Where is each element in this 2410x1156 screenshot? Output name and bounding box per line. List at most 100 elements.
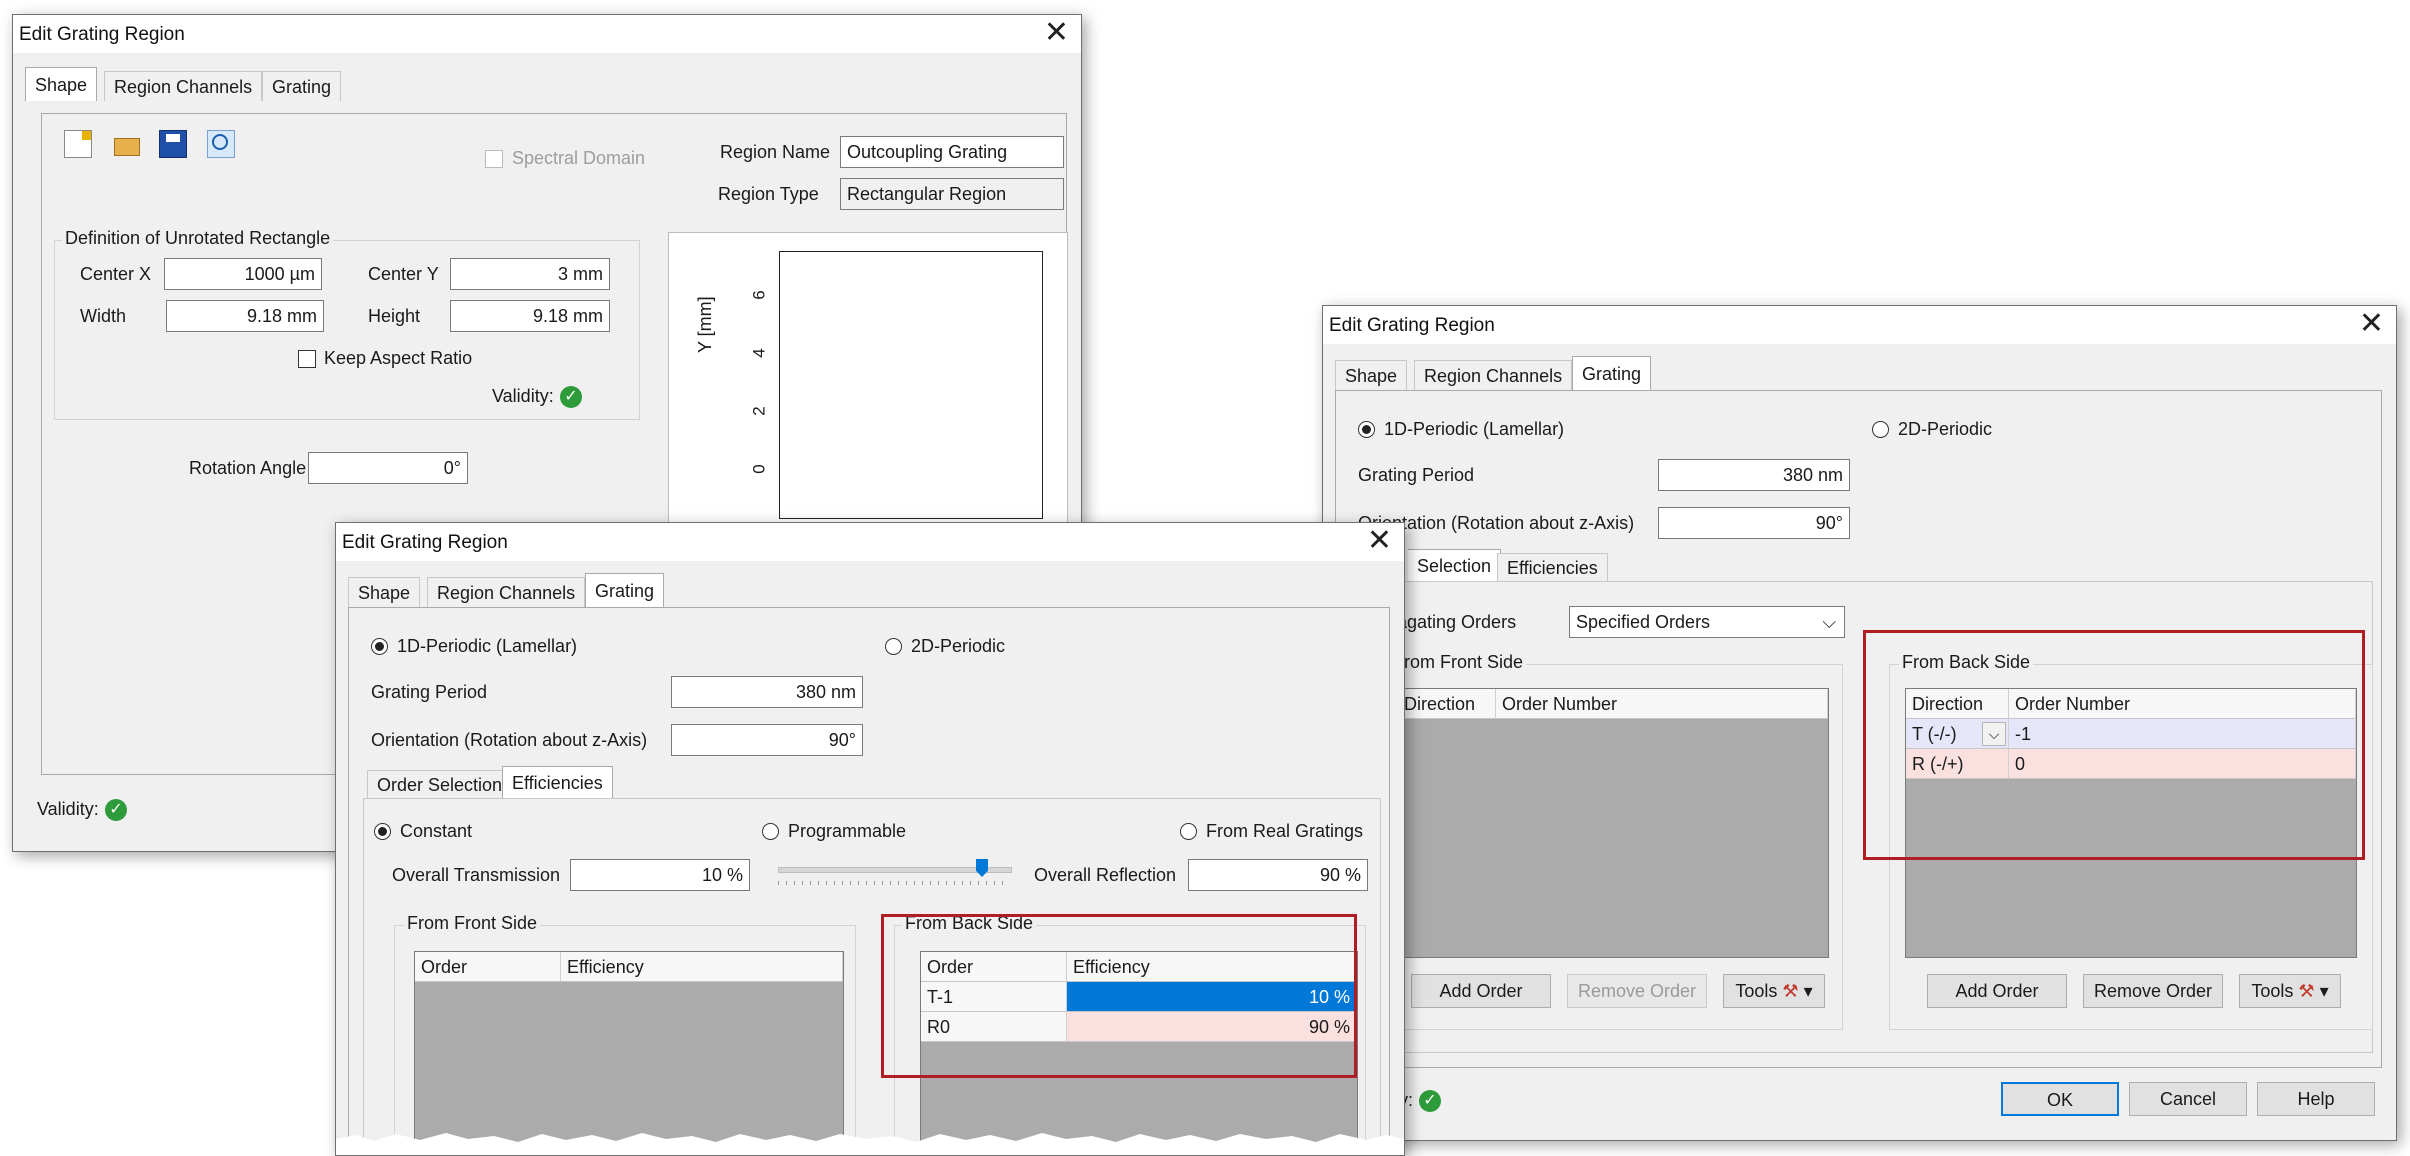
front-side-title: From Front Side	[404, 913, 541, 934]
rotation-angle-input[interactable]: 0°	[308, 452, 468, 484]
region-type-field: Rectangular Region	[840, 178, 1064, 210]
chevron-down-icon: ▾	[1803, 981, 1813, 1001]
tools-icon: ⚒	[2298, 981, 2315, 1001]
highlight-frame	[881, 914, 1357, 1078]
radio-2d-periodic[interactable]	[1872, 421, 1889, 438]
grating-period-label: Grating Period	[1358, 465, 1475, 485]
tools-icon: ⚒	[1782, 981, 1799, 1001]
propagating-orders-value: Specified Orders	[1576, 612, 1711, 632]
spectral-domain-checkbox[interactable]	[485, 150, 503, 168]
rotation-angle-label: Rotation Angle	[189, 458, 307, 478]
radio-1d-periodic-label: 1D-Periodic (Lamellar)	[397, 636, 578, 656]
efficiency-slider[interactable]	[778, 859, 1012, 889]
dialog-title: Edit Grating Region	[19, 24, 185, 45]
tab-grating[interactable]: Grating	[585, 573, 665, 607]
tab-region-channels[interactable]: Region Channels	[104, 71, 263, 101]
save-icon[interactable]	[159, 130, 187, 158]
subtab-order-selection[interactable]: Order Selection	[367, 770, 513, 798]
column-header-direction[interactable]: Direction	[1398, 689, 1496, 719]
region-type-label: Region Type	[718, 184, 819, 204]
radio-from-real-gratings-label: From Real Gratings	[1206, 821, 1364, 841]
propagating-orders-select[interactable]: Specified Orders ⌵	[1569, 606, 1845, 638]
footer-validity-label: Validity:	[37, 799, 99, 819]
grating-period-label: Grating Period	[371, 682, 488, 702]
subtab-efficiencies[interactable]: Efficiencies	[502, 766, 613, 798]
open-folder-icon[interactable]	[112, 130, 140, 158]
tab-grating[interactable]: Grating	[1572, 356, 1652, 390]
tab-region-channels[interactable]: Region Channels	[1414, 360, 1573, 390]
ok-button[interactable]: OK	[2001, 1082, 2119, 1116]
plot-ytick: 0	[749, 464, 769, 474]
column-header-order[interactable]: Order	[415, 952, 561, 982]
close-icon[interactable]: ✕	[2359, 308, 2384, 340]
title-bar: Edit Grating Region ✕	[336, 523, 1404, 561]
width-input[interactable]: 9.18 mm	[166, 300, 324, 332]
front-tools-button[interactable]: Tools ⚒ ▾	[1723, 974, 1825, 1008]
tab-shape[interactable]: Shape	[348, 577, 421, 607]
radio-constant-label: Constant	[400, 821, 473, 841]
region-name-input[interactable]: Outcoupling Grating	[840, 136, 1064, 168]
center-x-input[interactable]: 1000 µm	[164, 258, 322, 290]
radio-2d-periodic-label: 2D-Periodic	[1898, 419, 1993, 439]
close-icon[interactable]: ✕	[1367, 525, 1392, 557]
tools-label: Tools	[1735, 981, 1778, 1001]
front-side-table: Direction Order Number	[1397, 688, 1829, 958]
subtab-efficiencies[interactable]: Efficiencies	[1497, 553, 1608, 581]
propagating-orders-label: agating Orders	[1397, 612, 1517, 632]
cancel-button[interactable]: Cancel	[2129, 1082, 2247, 1116]
orientation-input[interactable]: 90°	[1658, 507, 1850, 539]
rectangle-group-title: Definition of Unrotated Rectangle	[62, 228, 334, 249]
column-header-efficiency[interactable]: Efficiency	[561, 952, 843, 982]
front-add-order-button[interactable]: Add Order	[1411, 974, 1551, 1008]
zoom-icon[interactable]	[207, 130, 235, 158]
slider-thumb[interactable]	[976, 859, 988, 877]
chevron-down-icon: ▾	[2319, 981, 2329, 1001]
torn-edge	[336, 1133, 1404, 1155]
radio-constant[interactable]	[374, 823, 391, 840]
plot-ytick: 2	[749, 406, 769, 416]
subtab-order-selection[interactable]: Selection	[1408, 549, 1502, 581]
tab-region-channels[interactable]: Region Channels	[427, 577, 586, 607]
front-side-title: rom Front Side	[1401, 652, 1527, 673]
grating-period-input[interactable]: 380 nm	[1658, 459, 1850, 491]
column-header-order-number[interactable]: Order Number	[1496, 689, 1828, 719]
orientation-label: Orientation (Rotation about z-Axis)	[371, 730, 648, 750]
radio-programmable[interactable]	[762, 823, 779, 840]
plot-area	[779, 251, 1043, 519]
radio-2d-periodic-label: 2D-Periodic	[911, 636, 1006, 656]
grating-period-input[interactable]: 380 nm	[671, 676, 863, 708]
title-bar: Edit Grating Region ✕	[13, 15, 1081, 53]
validity-check-icon: ✓	[560, 386, 582, 408]
spectral-domain-label: Spectral Domain	[512, 148, 646, 168]
back-remove-order-button[interactable]: Remove Order	[2083, 974, 2223, 1008]
slider-ticks	[778, 881, 1010, 885]
radio-2d-periodic[interactable]	[885, 638, 902, 655]
orientation-input[interactable]: 90°	[671, 724, 863, 756]
center-x-label: Center X	[80, 264, 152, 284]
dialog-title: Edit Grating Region	[1329, 315, 1495, 336]
radio-programmable-label: Programmable	[788, 821, 907, 841]
center-y-input[interactable]: 3 mm	[450, 258, 610, 290]
radio-1d-periodic[interactable]	[1358, 421, 1375, 438]
height-input[interactable]: 9.18 mm	[450, 300, 610, 332]
plot-ytick: 4	[749, 348, 769, 358]
help-button[interactable]: Help	[2257, 1082, 2375, 1116]
radio-from-real-gratings[interactable]	[1180, 823, 1197, 840]
validity-label: Validity:	[492, 386, 554, 406]
radio-1d-periodic[interactable]	[371, 638, 388, 655]
new-file-icon[interactable]	[64, 130, 92, 158]
plot-ytick: 6	[749, 290, 769, 300]
close-icon[interactable]: ✕	[1044, 17, 1069, 49]
back-add-order-button[interactable]: Add Order	[1927, 974, 2067, 1008]
tab-shape[interactable]: Shape	[25, 67, 98, 101]
back-tools-button[interactable]: Tools ⚒ ▾	[2239, 974, 2341, 1008]
center-y-label: Center Y	[368, 264, 439, 284]
tab-grating[interactable]: Grating	[262, 71, 342, 101]
radio-1d-periodic-label: 1D-Periodic (Lamellar)	[1384, 419, 1565, 439]
chevron-down-icon: ⌵	[1822, 612, 1836, 632]
overall-reflection-input[interactable]: 90 %	[1188, 859, 1368, 891]
keep-aspect-checkbox[interactable]	[298, 350, 316, 368]
tab-shape[interactable]: Shape	[1335, 360, 1408, 390]
width-label: Width	[80, 306, 127, 326]
overall-transmission-input[interactable]: 10 %	[570, 859, 750, 891]
